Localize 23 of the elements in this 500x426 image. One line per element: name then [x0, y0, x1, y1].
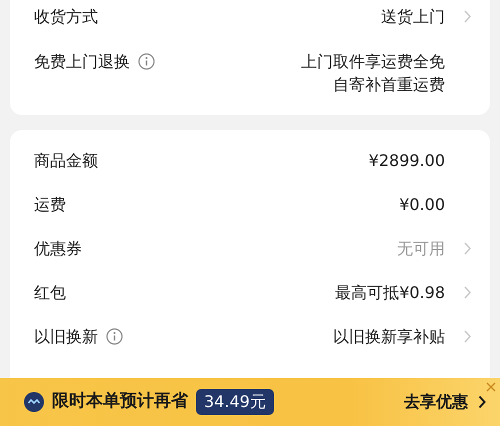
row-value: ¥2899.00 — [368, 150, 445, 172]
row-value[interactable]: 最高可抵¥0.98 — [335, 281, 445, 304]
claim-offer-link[interactable]: 去享优惠 — [404, 390, 486, 414]
row-value[interactable]: 以旧换新享补贴 — [333, 325, 445, 348]
row-value: 上门取件享运费全免 — [301, 51, 445, 73]
row-label: 红包 — [34, 282, 66, 304]
row-value[interactable]: 送货上门 — [381, 5, 445, 28]
promo-text: 限时本单预计再省 — [52, 390, 188, 414]
info-icon[interactable] — [106, 328, 123, 345]
row-label: 免费上门退换 — [34, 51, 130, 73]
info-icon[interactable] — [138, 53, 155, 70]
row-label: 运费 — [34, 194, 66, 216]
chevron-icon — [478, 395, 486, 409]
close-icon[interactable] — [486, 382, 496, 392]
row-label: 以旧换新 — [34, 326, 98, 348]
row-label: 收货方式 — [34, 6, 98, 28]
row-label: 商品金额 — [34, 150, 98, 172]
row-value: ¥0.00 — [399, 194, 445, 216]
savings-amount: 34.49元 — [196, 389, 274, 415]
promo-banner[interactable]: 限时本单预计再省 34.49元 去享优惠 — [0, 378, 500, 426]
row-value: 自寄补首重运费 — [332, 74, 445, 96]
logo-icon — [24, 392, 44, 412]
row-label: 优惠券 — [34, 238, 82, 260]
